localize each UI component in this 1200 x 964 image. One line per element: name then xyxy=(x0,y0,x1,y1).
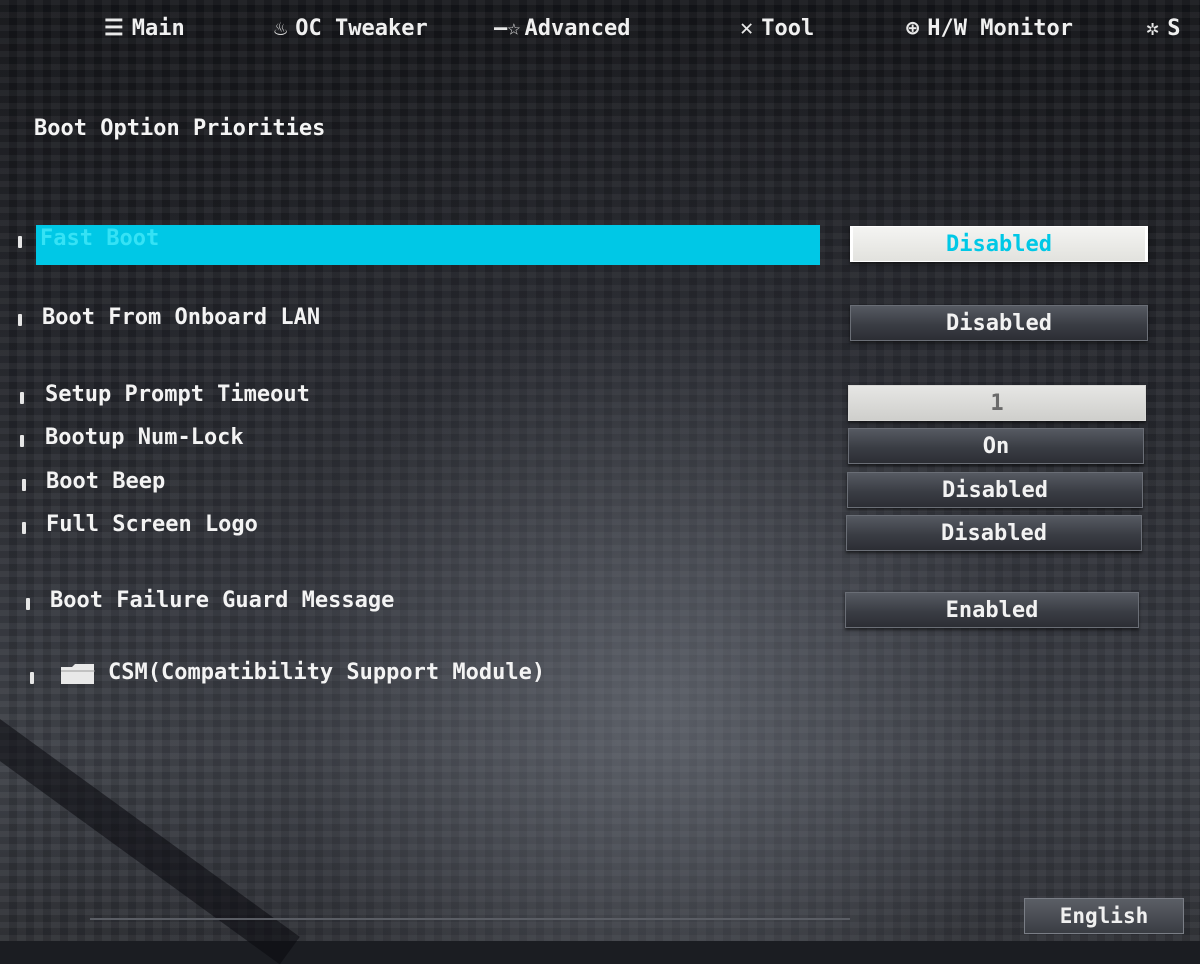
tab-advanced-label: Advanced xyxy=(524,15,631,41)
top-nav: ☰ Main ♨ OC Tweaker —☆ Advanced ✕ Tool ⊕… xyxy=(0,0,1200,56)
row-bullet xyxy=(20,392,24,404)
setting-label-bootup-num-lock[interactable]: Bootup Num-Lock xyxy=(45,425,244,450)
tab-main[interactable]: ☰ Main xyxy=(104,12,185,44)
bootup-num-lock-value-button[interactable]: On xyxy=(848,428,1144,464)
tab-security-label: S xyxy=(1167,15,1181,41)
setting-label-boot-failure-guard[interactable]: Boot Failure Guard Message xyxy=(50,588,394,613)
flame-icon: ♨ xyxy=(274,15,288,41)
setting-label-onboard-lan[interactable]: Boot From Onboard LAN xyxy=(42,305,320,330)
wrench-screwdriver-icon: ✕ xyxy=(740,15,754,41)
row-bullet xyxy=(18,314,22,326)
fast-boot-value-button[interactable]: Disabled xyxy=(850,226,1148,262)
tab-oc-tweaker-label: OC Tweaker xyxy=(295,15,428,41)
row-bullet xyxy=(22,522,26,534)
boot-beep-value-button[interactable]: Disabled xyxy=(847,472,1143,508)
tab-oc-tweaker[interactable]: ♨ OC Tweaker xyxy=(274,12,428,44)
list-icon: ☰ xyxy=(104,15,124,41)
setting-label-boot-beep[interactable]: Boot Beep xyxy=(46,469,165,494)
footer-divider xyxy=(90,918,850,926)
tab-main-label: Main xyxy=(131,15,185,41)
row-bullet xyxy=(20,435,24,447)
setup-prompt-timeout-input[interactable]: 1 xyxy=(848,385,1146,421)
onboard-lan-value-button[interactable]: Disabled xyxy=(850,305,1148,341)
tab-security[interactable]: ✲ S xyxy=(1146,12,1181,44)
boot-failure-guard-value-button[interactable]: Enabled xyxy=(845,592,1139,628)
tab-hw-monitor-label: H/W Monitor xyxy=(927,15,1073,41)
language-button[interactable]: English xyxy=(1024,898,1184,934)
row-bullet xyxy=(22,479,26,491)
setting-label-setup-prompt-timeout[interactable]: Setup Prompt Timeout xyxy=(45,382,310,407)
page-title: Boot Option Priorities xyxy=(34,116,326,141)
row-bullet xyxy=(30,672,34,684)
tab-tool-label: Tool xyxy=(761,15,815,41)
row-bullet xyxy=(18,236,22,248)
setting-label-fast-boot[interactable]: Fast Boot xyxy=(40,226,159,251)
submenu-csm[interactable]: CSM(Compatibility Support Module) xyxy=(108,660,545,685)
row-bullet xyxy=(26,598,30,610)
gear-icon: ✲ xyxy=(1146,15,1160,41)
tab-advanced[interactable]: —☆ Advanced xyxy=(494,12,630,44)
folder-icon xyxy=(61,664,95,684)
crosshair-icon: ⊕ xyxy=(906,15,920,41)
tab-tool[interactable]: ✕ Tool xyxy=(740,12,814,44)
star-icon: —☆ xyxy=(494,15,521,41)
full-screen-logo-value-button[interactable]: Disabled xyxy=(846,515,1142,551)
background-camo xyxy=(0,0,1200,941)
setting-label-full-screen-logo[interactable]: Full Screen Logo xyxy=(46,512,258,537)
tab-hw-monitor[interactable]: ⊕ H/W Monitor xyxy=(906,12,1073,44)
